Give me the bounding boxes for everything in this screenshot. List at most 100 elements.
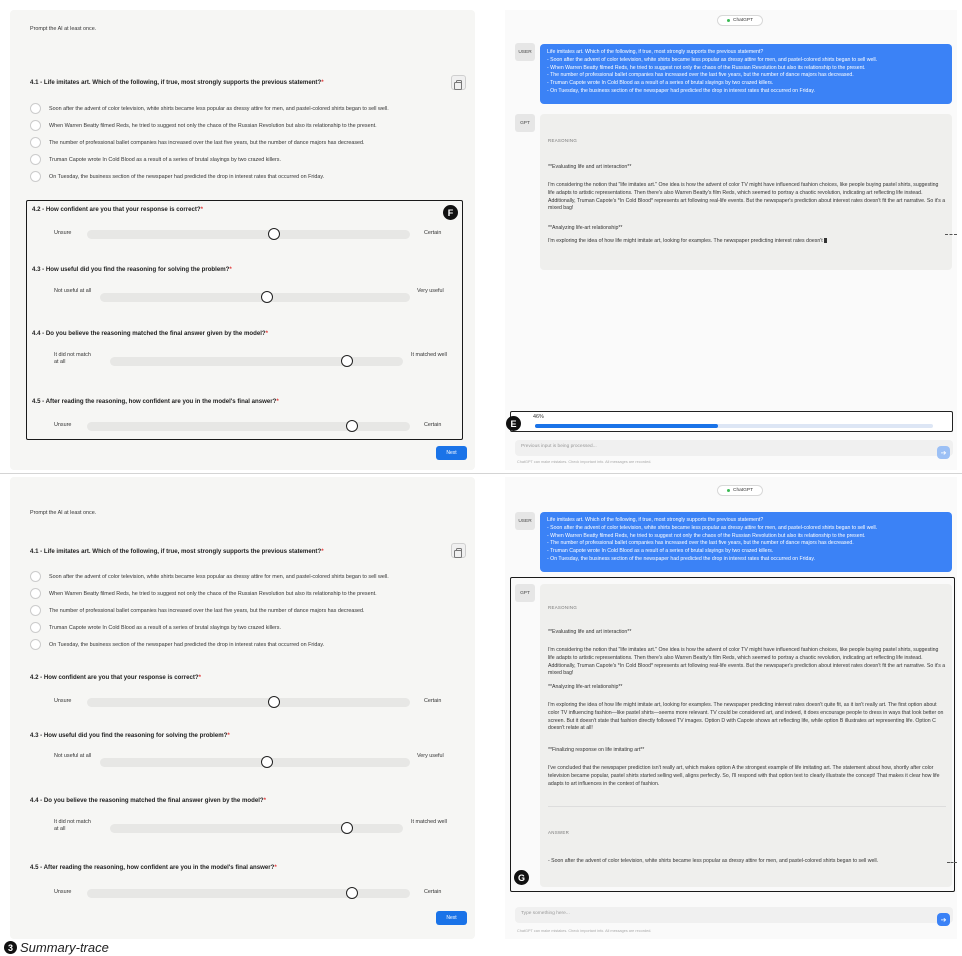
slider-track[interactable]	[87, 420, 410, 432]
reasoning-paragraph: I'm considering the notion that "life im…	[548, 647, 946, 677]
radio-button[interactable]	[30, 103, 41, 114]
slider-track[interactable]	[87, 887, 410, 899]
slider-confidence[interactable]: Unsure Certain	[30, 695, 470, 717]
reasoning-paragraph: I've concluded that the newspaper predic…	[548, 765, 940, 787]
option-c[interactable]: The number of professional ballet compan…	[30, 137, 365, 148]
slider-thumb[interactable]	[341, 822, 354, 834]
reasoning-streaming: I'm exploring the idea of how life might…	[548, 238, 946, 246]
slider-right-label: Very useful	[417, 753, 444, 759]
slider-track[interactable]	[110, 822, 403, 834]
slider-thumb[interactable]	[268, 228, 281, 240]
badge-g: G	[514, 870, 529, 885]
option-b[interactable]: When Warren Beatty filmed Reds, he tried…	[30, 588, 377, 599]
radio-button[interactable]	[30, 571, 41, 582]
reasoning-heading: **Analyzing life-art relationship**	[548, 225, 623, 231]
divider	[0, 473, 962, 474]
radio-button[interactable]	[30, 154, 41, 165]
next-button[interactable]: Next	[436, 911, 467, 925]
chat-input[interactable]: Type something here...	[515, 907, 953, 923]
reasoning-label: REASONING	[548, 138, 578, 143]
prompt-note: Prompt the AI at least once.	[30, 26, 97, 32]
slider-thumb[interactable]	[345, 420, 358, 432]
radio-button[interactable]	[30, 171, 41, 182]
slider-title-final: 4.5 - After reading the reasoning, how c…	[32, 398, 279, 405]
badge-f: F	[443, 205, 458, 220]
slider-track[interactable]	[100, 291, 410, 303]
slider-track[interactable]	[110, 355, 403, 367]
disclaimer: ChatGPT can make mistakes. Check importa…	[517, 460, 652, 464]
slider-track[interactable]	[87, 228, 410, 240]
slider-match[interactable]: It did not match at all It matched well	[30, 819, 470, 841]
slider-title-usefulness: 4.3 - How useful did you find the reason…	[30, 732, 230, 739]
slider-track[interactable]	[100, 756, 410, 768]
caption-number: 3	[4, 941, 17, 954]
reasoning-label: REASONING	[548, 605, 578, 610]
radio-button[interactable]	[30, 137, 41, 148]
slider-final[interactable]: Unsure Certain	[30, 419, 470, 441]
radio-button[interactable]	[30, 588, 41, 599]
slider-thumb[interactable]	[261, 756, 274, 768]
status-dot-icon	[727, 19, 730, 22]
slider-right-label: Certain	[424, 889, 442, 895]
chat-input[interactable]: Previous input is being processed...	[515, 440, 953, 456]
progress-box: 46%	[510, 411, 953, 432]
survey-panel-top: Prompt the AI at least once. 4.1 - Life …	[10, 10, 475, 470]
slider-right-label: It matched well	[411, 352, 447, 358]
divider	[548, 806, 946, 807]
annotation-arrow	[947, 862, 957, 863]
slider-left-label: Not useful at all	[54, 288, 92, 294]
slider-title-confidence: 4.2 - How confident are you that your re…	[30, 674, 202, 681]
slider-usefulness[interactable]: Not useful at all Very useful	[30, 753, 470, 775]
slider-thumb[interactable]	[268, 696, 281, 708]
slider-usefulness[interactable]: Not useful at all Very useful	[30, 288, 470, 310]
send-button[interactable]: ➔	[937, 446, 950, 459]
option-b[interactable]: When Warren Beatty filmed Reds, he tried…	[30, 120, 377, 131]
slider-title-match: 4.4 - Do you believe the reasoning match…	[30, 797, 267, 804]
option-e[interactable]: On Tuesday, the business section of the …	[30, 171, 324, 182]
option-d[interactable]: Truman Capote wrote In Cold Blood as a r…	[30, 154, 281, 165]
slider-thumb[interactable]	[345, 887, 358, 899]
radio-button[interactable]	[30, 605, 41, 616]
slider-right-label: Certain	[424, 422, 442, 428]
slider-final[interactable]: Unsure Certain	[30, 886, 470, 908]
user-message: Life imitates art. Which of the followin…	[540, 512, 952, 572]
slider-match[interactable]: It did not match at all It matched well	[30, 352, 470, 374]
option-c[interactable]: The number of professional ballet compan…	[30, 605, 365, 616]
gpt-message: REASONING **Evaluating life and art inte…	[540, 584, 952, 887]
slider-thumb[interactable]	[261, 291, 274, 303]
option-a[interactable]: Soon after the advent of color televisio…	[30, 103, 389, 114]
slider-title-final: 4.5 - After reading the reasoning, how c…	[30, 864, 277, 871]
slider-left-label: It did not match at all	[54, 352, 91, 366]
option-e[interactable]: On Tuesday, the business section of the …	[30, 639, 324, 650]
send-icon: ➔	[940, 449, 947, 457]
slider-title-confidence: 4.2 - How confident are you that your re…	[32, 206, 204, 213]
reasoning-heading: **Finalizing response on life imitating …	[548, 747, 645, 753]
next-button[interactable]: Next	[436, 446, 467, 460]
progress-bar	[535, 424, 933, 428]
progress-fill	[535, 424, 719, 428]
typing-cursor	[823, 238, 827, 244]
slider-right-label: Certain	[424, 698, 442, 704]
model-chip[interactable]: ChatGPT	[717, 15, 763, 26]
copy-icon[interactable]	[451, 543, 466, 558]
gpt-avatar: GPT	[515, 584, 535, 602]
radio-button[interactable]	[30, 639, 41, 650]
reasoning-paragraph: I'm exploring the idea of how life might…	[548, 702, 944, 732]
send-icon: ➔	[940, 916, 947, 924]
model-chip[interactable]: ChatGPT	[717, 485, 763, 496]
slider-right-label: Very useful	[417, 288, 444, 294]
slider-title-usefulness: 4.3 - How useful did you find the reason…	[32, 266, 232, 273]
slider-track[interactable]	[87, 696, 410, 708]
send-button[interactable]: ➔	[937, 913, 950, 926]
radio-button[interactable]	[30, 622, 41, 633]
slider-thumb[interactable]	[341, 355, 354, 367]
option-d[interactable]: Truman Capote wrote In Cold Blood as a r…	[30, 622, 281, 633]
radio-button[interactable]	[30, 120, 41, 131]
slider-confidence[interactable]: Unsure Certain	[30, 227, 470, 249]
option-a[interactable]: Soon after the advent of color televisio…	[30, 571, 389, 582]
slider-right-label: It matched well	[411, 819, 447, 825]
slider-right-label: Certain	[424, 230, 442, 236]
copy-icon[interactable]	[451, 75, 466, 90]
user-avatar: USER	[515, 512, 535, 530]
disclaimer: ChatGPT can make mistakes. Check importa…	[517, 929, 652, 933]
